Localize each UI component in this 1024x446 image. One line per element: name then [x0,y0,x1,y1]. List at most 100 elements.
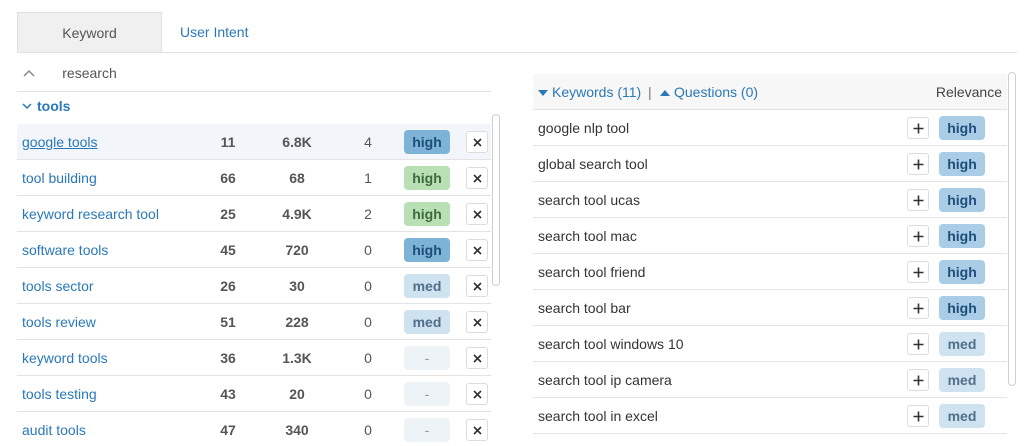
table-row: keyword research tool 25 4.9K 2 high [17,196,491,232]
add-button[interactable] [907,297,929,319]
metric-3: 0 [364,278,372,294]
separator: | [648,84,652,100]
table-row: tool building 66 68 1 high [17,160,491,196]
table-row: keyword tools 36 1.3K 0 - [17,340,491,376]
relevance-badge: med [404,274,450,298]
metric-2: 720 [285,242,309,258]
suggestion-keyword: search tool in excel [538,408,658,424]
suggestions-header: Keywords (11) | Questions (0) Relevance [533,74,1007,110]
remove-button[interactable] [466,275,488,297]
scrollbar[interactable] [492,114,500,286]
suggestion-keyword: search tool friend [538,264,646,280]
relevance-badge: med [404,310,450,334]
keyword-link[interactable]: tools review [22,304,96,340]
metric-1: 26 [220,278,236,294]
add-button[interactable] [907,225,929,247]
relevance-badge: high [939,260,985,284]
relevance-badge: high [939,152,985,176]
tab-keywords[interactable]: Keywords (11) [538,74,641,110]
metric-2: 6.8K [282,134,312,150]
metric-3: 0 [364,386,372,402]
remove-button[interactable] [466,311,488,333]
tab-keywords-label: Keywords (11) [552,84,642,100]
relevance-badge: high [939,296,985,320]
add-button[interactable] [907,189,929,211]
metric-3: 0 [364,314,372,330]
metric-2: 1.3K [282,350,312,366]
suggestion-keyword: global search tool [538,156,648,172]
remove-button[interactable] [466,347,488,369]
close-icon [473,318,482,327]
relevance-badge: high [939,188,985,212]
metric-1: 51 [220,314,236,330]
add-button[interactable] [907,369,929,391]
add-button[interactable] [907,405,929,427]
add-button[interactable] [907,261,929,283]
keyword-link[interactable]: google tools [22,124,98,160]
metric-2: 4.9K [282,206,312,222]
table-row: tools testing 43 20 0 - [17,376,491,412]
plus-icon [913,303,924,314]
list-item: google nlp tool high [533,110,1007,146]
metric-3: 0 [364,422,372,438]
table-row: google tools 11 6.8K 4 high [17,124,491,160]
tab-user-intent[interactable]: User Intent [180,12,248,52]
metric-1: 11 [220,134,236,150]
caret-up-icon [660,90,670,97]
plus-icon [913,123,924,134]
table-row: tools review 51 228 0 med [17,304,491,340]
metric-3: 0 [364,350,372,366]
tab-keyword-research[interactable]: Keyword research [17,12,162,81]
keyword-link[interactable]: tools sector [22,268,94,304]
keyword-link[interactable]: software tools [22,232,108,268]
relevance-badge: - [404,346,450,370]
metric-2: 20 [289,386,305,402]
plus-icon [913,411,924,422]
remove-button[interactable] [466,239,488,261]
close-icon [473,390,482,399]
keyword-link[interactable]: audit tools [22,412,86,446]
relevance-badge: high [939,116,985,140]
metric-1: 47 [220,422,236,438]
metric-1: 43 [220,386,236,402]
add-button[interactable] [907,153,929,175]
list-item: search tool ip camera med [533,362,1007,398]
metric-2: 68 [289,170,305,186]
metric-3: 0 [364,242,372,258]
metric-2: 340 [285,422,309,438]
add-button[interactable] [907,333,929,355]
close-icon [473,426,482,435]
keyword-link[interactable]: keyword tools [22,340,108,376]
add-button[interactable] [907,117,929,139]
tab-questions[interactable]: Questions (0) [660,74,758,110]
metric-1: 36 [220,350,236,366]
plus-icon [913,267,924,278]
remove-button[interactable] [466,419,488,441]
metric-1: 66 [220,170,236,186]
relevance-badge: high [404,202,450,226]
remove-button[interactable] [466,131,488,153]
close-icon [473,210,482,219]
keyword-link[interactable]: tools testing [22,376,97,412]
table-row: tools sector 26 30 0 med [17,268,491,304]
plus-icon [913,339,924,350]
tab-bar: Keyword research User Intent [17,12,1017,81]
remove-button[interactable] [466,383,488,405]
chevron-up-icon[interactable] [22,66,36,80]
close-icon [473,138,482,147]
metric-3: 4 [364,134,372,150]
close-icon [473,174,482,183]
scrollbar[interactable] [1008,72,1016,386]
remove-button[interactable] [466,167,488,189]
group-header[interactable]: tools [21,98,70,114]
remove-button[interactable] [466,203,488,225]
keyword-link[interactable]: keyword research tool [22,196,159,232]
keyword-link[interactable]: tool building [22,160,97,196]
group-name: tools [37,98,71,114]
metric-3: 1 [364,170,372,186]
metric-1: 45 [220,242,236,258]
suggestion-keyword: google nlp tool [538,120,630,136]
suggestion-keyword: search tool mac [538,228,637,244]
relevance-header: Relevance [935,84,1002,100]
list-item: search tool windows 10 med [533,326,1007,362]
